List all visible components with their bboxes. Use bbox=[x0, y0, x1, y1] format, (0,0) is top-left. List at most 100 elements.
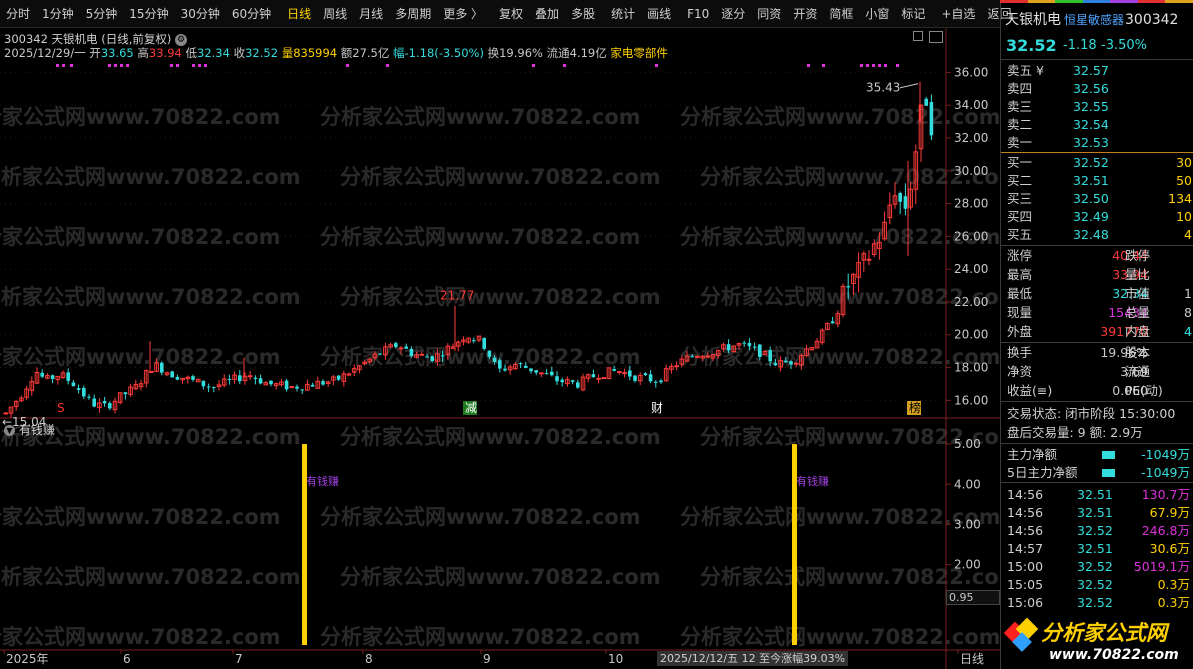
kline-chart[interactable]: 分析家公式网www.70822.com 分析家公式网www.70822.com 分析… bbox=[0, 28, 1000, 669]
toolbar-item-18[interactable]: 同资 bbox=[751, 0, 787, 28]
toolbar-item-7[interactable]: 周线 bbox=[317, 0, 353, 28]
candle-body bbox=[238, 375, 242, 382]
event-dot bbox=[807, 64, 810, 67]
event-dot bbox=[114, 64, 117, 67]
event-marker[interactable]: 减 bbox=[465, 401, 477, 415]
candle-body bbox=[160, 362, 164, 373]
candle-body bbox=[40, 372, 44, 377]
toolbar-item-23[interactable]: +自选 bbox=[935, 0, 981, 28]
event-dot bbox=[866, 64, 869, 67]
stock-name: 天银机电 bbox=[1005, 12, 1061, 28]
toolbar-item-17[interactable]: 逐分 bbox=[715, 0, 751, 28]
toolbar-item-11[interactable]: 复权 bbox=[493, 0, 529, 28]
toolbar-item-19[interactable]: 开资 bbox=[787, 0, 823, 28]
stat2-row: 换手 19.96% 股本 bbox=[1007, 345, 1151, 360]
toolbar-item-15[interactable]: 画线 bbox=[641, 0, 677, 28]
x-tick-label: 10 bbox=[608, 652, 623, 666]
y-tick-label: 34.00 bbox=[954, 98, 988, 112]
chart-zoom-icon[interactable] bbox=[913, 31, 923, 41]
event-dot bbox=[878, 64, 881, 67]
bid-row: 买四 32.49 10 bbox=[1007, 209, 1192, 224]
logo-icon bbox=[1003, 617, 1039, 652]
candle-body bbox=[336, 375, 341, 380]
candle-body bbox=[108, 403, 112, 409]
watermark-text: 分析家公式网www.70822.com bbox=[0, 105, 281, 129]
candle-body bbox=[534, 370, 538, 373]
candle-body bbox=[170, 371, 174, 378]
toolbar-item-6[interactable]: 日线 bbox=[281, 0, 317, 28]
candle-body bbox=[430, 356, 434, 362]
toolbar-item-4[interactable]: 30分钟 bbox=[175, 0, 226, 28]
toolbar-item-12[interactable]: 叠加 bbox=[529, 0, 565, 28]
y-tick-label: 30.00 bbox=[954, 164, 988, 178]
ask-row: 卖五 ¥32.57 bbox=[1007, 63, 1109, 78]
candle-body bbox=[529, 368, 533, 372]
y-tick-label: 26.00 bbox=[954, 229, 988, 243]
toolbar-item-0[interactable]: 分时 bbox=[0, 0, 36, 28]
candle-body bbox=[175, 376, 180, 380]
ohlc-info: 2025/12/29/一 开33.65 高33.94 低32.34 收32.52… bbox=[4, 46, 668, 60]
event-dot bbox=[126, 64, 129, 67]
event-dot bbox=[198, 64, 201, 67]
y-tick-label: 16.00 bbox=[954, 393, 988, 407]
toolbar-item-2[interactable]: 5分钟 bbox=[80, 0, 124, 28]
watermark-text: 分析家公式网www.70822.com bbox=[0, 345, 281, 369]
toolbar-item-8[interactable]: 月线 bbox=[353, 0, 389, 28]
candle-body bbox=[82, 387, 86, 397]
candle-body bbox=[492, 357, 497, 363]
candle-body bbox=[253, 377, 258, 380]
chart-window-icon[interactable] bbox=[929, 31, 943, 43]
x-tick-label: 8 bbox=[365, 652, 373, 666]
candle-body bbox=[487, 350, 492, 357]
event-dot bbox=[120, 64, 123, 67]
settings-icon[interactable]: ⚙ bbox=[175, 33, 187, 46]
toolbar-item-22[interactable]: 标记 bbox=[895, 0, 931, 28]
candle-body bbox=[482, 338, 486, 349]
toolbar-item-16[interactable]: F10 bbox=[681, 0, 715, 28]
toolbar-item-5[interactable]: 60分钟 bbox=[226, 0, 277, 28]
event-marker[interactable]: S bbox=[57, 401, 65, 415]
event-dot bbox=[532, 64, 535, 67]
stat-row: 最低 32.34 市值 1 bbox=[1007, 286, 1192, 301]
ask-row: 卖二 32.54 bbox=[1007, 117, 1109, 132]
event-dot bbox=[192, 64, 195, 67]
stat2-row: 净资 3.69 流通 bbox=[1007, 364, 1151, 379]
candle-body bbox=[784, 360, 788, 363]
bid-row: 买三 32.50 134 bbox=[1007, 191, 1192, 206]
main-flow-row: 5日主力净额 -1049万 bbox=[1007, 465, 1190, 480]
event-dot bbox=[386, 64, 389, 67]
toolbar-item-9[interactable]: 多周期 bbox=[389, 0, 437, 28]
x-tick-label: 7 bbox=[235, 652, 243, 666]
watermark-text: 分析家公式网www.70822.com bbox=[340, 425, 661, 449]
candle-body bbox=[747, 342, 752, 347]
watermark-text: 分析家公式网www.70822.com bbox=[680, 225, 1000, 249]
candle-body bbox=[752, 346, 757, 348]
recent-high-label: 35.43 bbox=[866, 81, 900, 95]
toolbar-item-14[interactable]: 统计 bbox=[605, 0, 641, 28]
x-tick-label: 2025年 bbox=[6, 652, 49, 666]
toolbar-item-20[interactable]: 简框 bbox=[823, 0, 859, 28]
stock-tag[interactable]: 恒星敏感器 bbox=[1064, 9, 1124, 31]
toolbar-item-10[interactable]: 更多 〉 bbox=[437, 0, 489, 28]
candle-body bbox=[258, 378, 263, 384]
x-tick-label: 日线 bbox=[960, 652, 984, 666]
candle-body bbox=[247, 375, 253, 378]
candle-body bbox=[773, 363, 778, 366]
flow-bar bbox=[1102, 451, 1115, 459]
event-dot bbox=[655, 64, 658, 67]
candle-body bbox=[726, 344, 731, 351]
event-marker[interactable]: 财 bbox=[651, 401, 663, 415]
stat-row: 外盘 391770 内盘 4 bbox=[1007, 324, 1192, 339]
indicator-title[interactable]: ▼ 有钱赚 bbox=[4, 421, 55, 438]
stock-code: 300342 bbox=[1125, 12, 1179, 28]
candle-body bbox=[269, 380, 273, 385]
toolbar-item-21[interactable]: 小窗 bbox=[859, 0, 895, 28]
price-change-pct: -3.50% bbox=[1101, 38, 1147, 53]
toolbar-item-3[interactable]: 15分钟 bbox=[123, 0, 174, 28]
collapse-icon: ▼ bbox=[4, 425, 15, 436]
event-marker[interactable]: 榜 bbox=[909, 400, 921, 415]
toolbar-item-1[interactable]: 1分钟 bbox=[36, 0, 80, 28]
watermark-text: 分析家公式网www.70822.com bbox=[0, 505, 281, 529]
watermark-text: 分析家公式网www.70822.com bbox=[320, 225, 641, 249]
toolbar-item-13[interactable]: 多股 bbox=[565, 0, 601, 28]
